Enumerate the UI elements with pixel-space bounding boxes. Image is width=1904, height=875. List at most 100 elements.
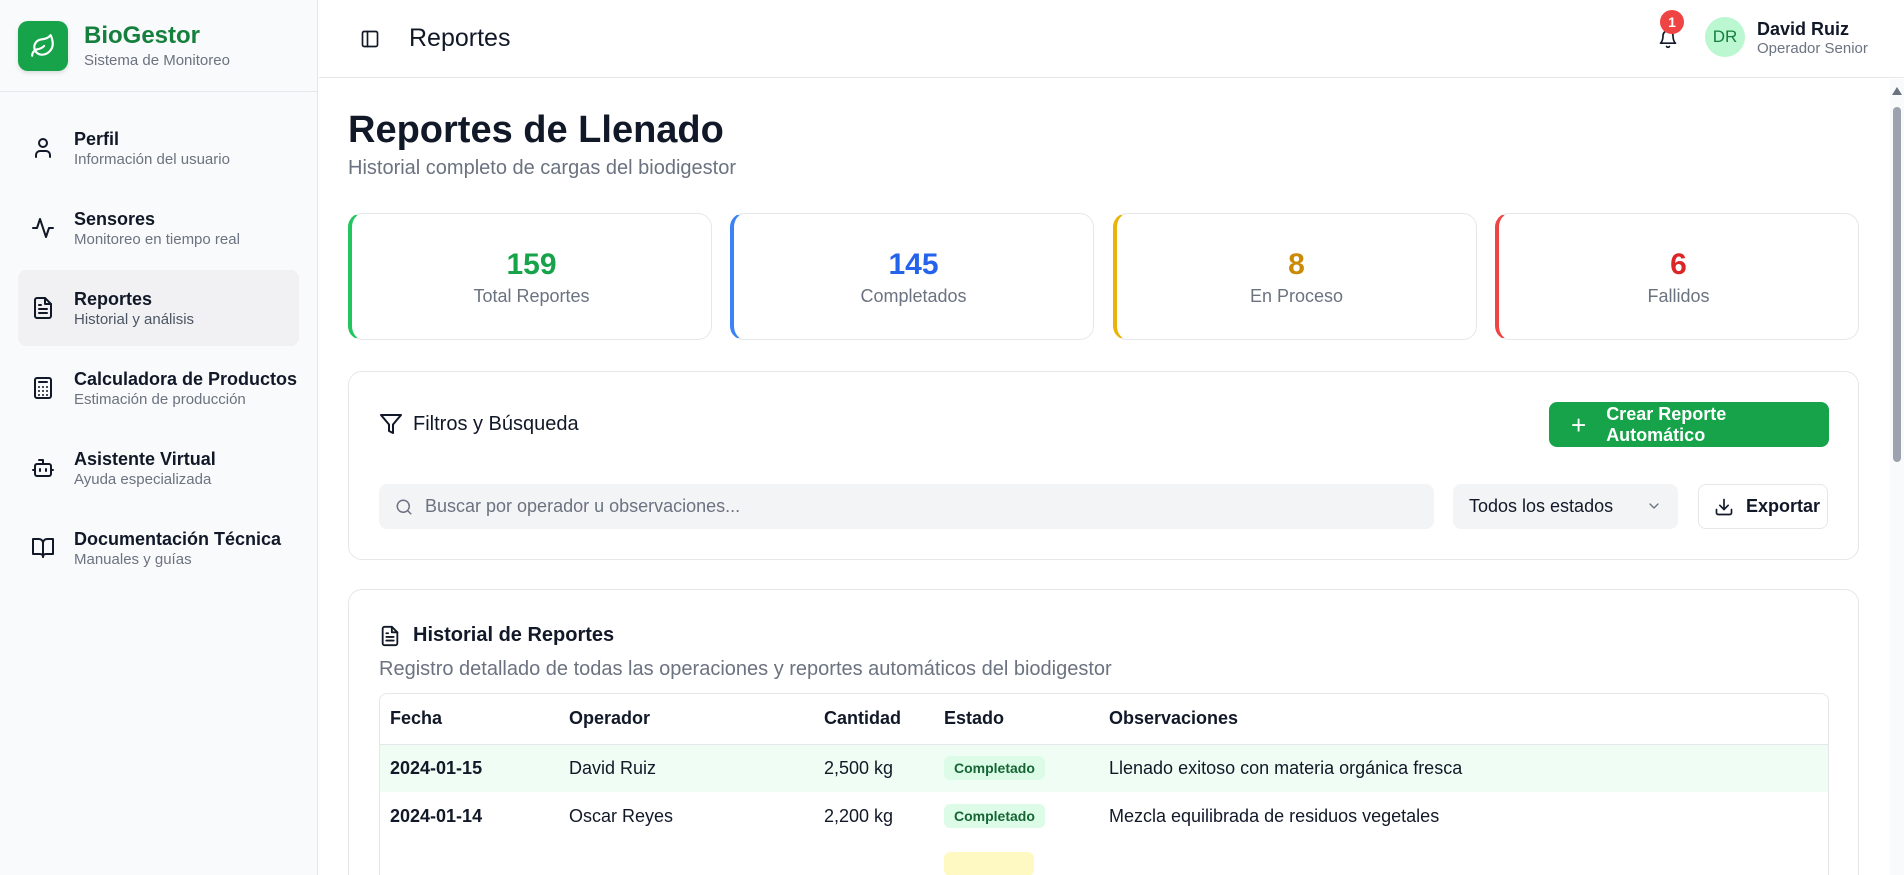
file-text-icon	[379, 625, 401, 647]
leaf-icon	[18, 20, 68, 71]
cell-operador: Oscar Reyes	[569, 805, 674, 826]
table-row[interactable]	[380, 840, 1828, 875]
history-title-label: Historial de Reportes	[413, 624, 615, 646]
user-role: Operador Senior	[1757, 39, 1868, 57]
avatar: DR	[1705, 17, 1745, 57]
stat-card-total: 159 Total Reportes	[348, 213, 712, 340]
cell-observaciones	[1099, 840, 1828, 875]
column-header-observaciones[interactable]: Observaciones	[1099, 694, 1828, 745]
sidebar-item-subtitle: Estimación de producción	[74, 390, 246, 408]
activity-icon	[30, 215, 56, 241]
status-select[interactable]: Todos los estados	[1453, 484, 1678, 529]
cell-estado: Completado	[934, 744, 1099, 792]
download-icon	[1714, 497, 1734, 517]
bot-icon	[30, 455, 56, 481]
scrollbar-thumb[interactable]	[1893, 107, 1901, 462]
notification-badge: 1	[1660, 10, 1684, 34]
sidebar-item-subtitle: Ayuda especializada	[74, 470, 212, 488]
cell-fecha: 2024-01-14	[390, 805, 483, 826]
status-badge	[944, 852, 1034, 875]
create-report-label: Crear Reporte Automático	[1606, 403, 1727, 445]
history-card: Historial de Reportes Registro detallado…	[348, 589, 1859, 875]
stat-card-completados: 145 Completados	[730, 213, 1094, 340]
user-menu[interactable]: DR David Ruiz Operador Senior	[1705, 17, 1868, 57]
stat-label: Fallidos	[1647, 286, 1710, 306]
header-title: Reportes	[409, 24, 511, 52]
filters-card: Filtros y Búsqueda + Crear Reporte Autom…	[348, 371, 1859, 560]
page-subtitle: Historial completo de cargas del biodige…	[348, 157, 736, 179]
cell-fecha	[380, 840, 559, 875]
main-content: Reportes de Llenado Historial completo d…	[319, 79, 1904, 875]
cell-observaciones: Llenado exitoso con materia orgánica fre…	[1109, 757, 1463, 778]
cell-cantidad	[814, 840, 934, 875]
stat-value: 8	[1288, 248, 1305, 281]
sidebar-item-asistente[interactable]: Asistente Virtual Ayuda especializada	[18, 430, 299, 506]
scrollbar[interactable]	[1890, 79, 1904, 875]
user-icon	[30, 135, 56, 161]
export-label: Exportar	[1746, 496, 1821, 516]
stat-value: 159	[506, 248, 557, 281]
sidebar-toggle-icon[interactable]	[353, 22, 387, 56]
stat-label: Total Reportes	[473, 286, 590, 306]
sidebar-item-title: Calculadora de Productos	[74, 368, 298, 389]
stat-value: 145	[888, 248, 939, 281]
stat-card-fallidos: 6 Fallidos	[1495, 213, 1859, 340]
cell-operador	[559, 840, 814, 875]
sidebar-item-title: Asistente Virtual	[74, 448, 216, 469]
cell-cantidad: 2,200 kg	[824, 805, 894, 826]
export-button[interactable]: Exportar	[1698, 484, 1828, 529]
history-subtitle: Registro detallado de todas las operacio…	[379, 658, 1112, 680]
sidebar-item-title: Perfil	[74, 128, 120, 149]
column-header-cantidad[interactable]: Cantidad	[814, 694, 934, 745]
cell-estado	[934, 840, 1099, 875]
sidebar-item-subtitle: Manuales y guías	[74, 550, 192, 568]
column-header-fecha[interactable]: Fecha	[380, 694, 559, 745]
user-name: David Ruiz	[1757, 18, 1850, 39]
cell-fecha: 2024-01-15	[390, 757, 483, 778]
sidebar-item-title: Reportes	[74, 288, 153, 309]
file-text-icon	[30, 295, 56, 321]
sidebar-item-perfil[interactable]: Perfil Información del usuario	[18, 110, 299, 186]
status-badge: Completado	[944, 804, 1045, 828]
search-icon	[395, 498, 413, 516]
column-header-operador[interactable]: Operador	[559, 694, 814, 745]
table-header-row: Fecha Operador Cantidad Estado Observaci…	[380, 694, 1828, 745]
sidebar-item-title: Sensores	[74, 208, 156, 229]
stat-label: Completados	[860, 286, 967, 306]
status-select-value: Todos los estados	[1469, 496, 1614, 516]
page-title: Reportes de Llenado	[348, 109, 724, 151]
reports-table: Fecha Operador Cantidad Estado Observaci…	[379, 693, 1829, 875]
create-report-button[interactable]: + Crear Reporte Automático	[1549, 402, 1829, 447]
sidebar-item-documentacion[interactable]: Documentación Técnica Manuales y guías	[18, 510, 299, 586]
scroll-up-arrow-icon[interactable]	[1892, 87, 1902, 95]
brand-subtitle: Sistema de Monitoreo	[84, 52, 230, 69]
brand-name: BioGestor	[84, 22, 201, 49]
search-input[interactable]	[425, 496, 1325, 517]
sidebar-item-sensores[interactable]: Sensores Monitoreo en tiempo real	[18, 190, 299, 266]
stat-card-en-proceso: 8 En Proceso	[1113, 213, 1477, 340]
cell-estado: Completado	[934, 792, 1099, 840]
sidebar-item-subtitle: Historial y análisis	[74, 310, 195, 328]
cell-operador: David Ruiz	[569, 757, 657, 778]
plus-icon: +	[1571, 409, 1587, 440]
table-row[interactable]: 2024-01-14 Oscar Reyes 2,200 kg Completa…	[380, 792, 1828, 840]
sidebar-item-reportes[interactable]: Reportes Historial y análisis	[18, 270, 299, 346]
calculator-icon	[30, 375, 56, 401]
brand: BioGestor Sistema de Monitoreo	[0, 0, 317, 92]
sidebar-item-subtitle: Información del usuario	[74, 150, 230, 168]
filters-title-label: Filtros y Búsqueda	[413, 412, 579, 435]
sidebar-item-subtitle: Monitoreo en tiempo real	[74, 230, 240, 248]
sidebar-nav: Perfil Información del usuario Sensores …	[0, 92, 317, 586]
column-header-estado[interactable]: Estado	[934, 694, 1099, 745]
sidebar-item-title: Documentación Técnica	[74, 528, 282, 549]
table-row[interactable]: 2024-01-15 David Ruiz 2,500 kg Completad…	[380, 744, 1828, 792]
sidebar: BioGestor Sistema de Monitoreo Perfil In…	[0, 0, 318, 875]
cell-cantidad: 2,500 kg	[824, 757, 894, 778]
search-field[interactable]	[379, 484, 1434, 529]
filters-title: Filtros y Búsqueda	[379, 412, 579, 436]
filter-icon	[379, 412, 403, 436]
history-title: Historial de Reportes	[379, 624, 614, 647]
book-icon	[30, 535, 56, 561]
status-badge: Completado	[944, 756, 1045, 781]
sidebar-item-calculadora[interactable]: Calculadora de Productos Estimación de p…	[18, 350, 299, 426]
